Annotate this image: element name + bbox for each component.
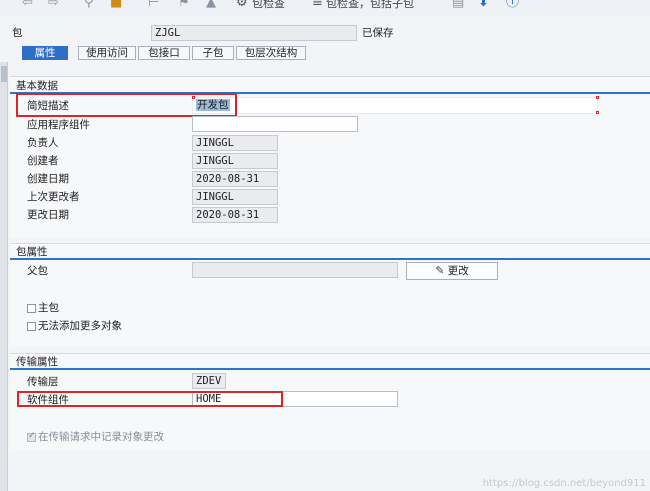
left-scroll-strip: [0, 62, 8, 491]
transport-layer-label: 传输层: [27, 376, 59, 388]
where-used-icon[interactable]: ⚑: [178, 0, 190, 10]
check-icon[interactable]: ⚙: [236, 0, 248, 10]
watermark: https://blog.csdn.net/beyond911: [482, 478, 646, 489]
package-label: 包: [12, 27, 23, 39]
pencil-icon: ✎: [435, 264, 445, 277]
app-component-input[interactable]: [192, 116, 358, 132]
transport-properties-divider: [10, 368, 650, 370]
record-changes-checkbox: [27, 431, 36, 442]
left-scroll-thumb[interactable]: [1, 66, 7, 82]
last-changed-by-label: 上次更改者: [27, 191, 80, 203]
app-component-label: 应用程序组件: [27, 119, 90, 131]
display-change-icon[interactable]: ■: [110, 0, 122, 10]
package-properties-divider: [10, 258, 650, 260]
input-corner-mark: [596, 96, 599, 99]
created-on-label: 创建日期: [27, 173, 69, 185]
hierarchy-icon[interactable]: ⊢: [148, 0, 159, 10]
status-text: 已保存: [362, 27, 394, 39]
parent-package-label: 父包: [27, 265, 48, 277]
main-package-checkbox[interactable]: [27, 304, 36, 313]
tab-attributes[interactable]: 属性: [22, 46, 68, 60]
toolbar: ⇦ ⇨ ⚲ ■ ⊢ ⚑ ▲ ⚙ 包检查 ≡ 包检查，包括子包 ▤ ⬇ ⓘ: [0, 0, 650, 17]
highlight-software-component: [17, 391, 283, 407]
creator-field: JINGGL: [192, 153, 278, 169]
download-icon[interactable]: ⬇: [478, 0, 489, 10]
created-on-field: 2020-08-31: [192, 171, 278, 187]
layout-icon[interactable]: ▤: [452, 0, 464, 10]
transport-layer-field: ZDEV: [192, 373, 226, 389]
creator-label: 创建者: [27, 155, 59, 167]
responsible-label: 负责人: [27, 137, 59, 149]
basic-data-title: 基本数据: [16, 80, 58, 92]
parent-package-label-box: [24, 263, 192, 279]
record-changes-label: 在传输请求中记录对象更改: [38, 431, 164, 443]
last-changed-by-field: JINGGL: [192, 189, 278, 205]
package-check-button[interactable]: 包检查: [252, 0, 285, 11]
tab-package-hierarchy[interactable]: 包层次结构: [236, 46, 306, 60]
transport-properties-title: 传输属性: [16, 356, 58, 368]
other-object-icon[interactable]: ⚲: [84, 0, 94, 10]
transport-icon[interactable]: ▲: [206, 0, 216, 10]
input-corner-mark: [596, 111, 599, 114]
forward-icon[interactable]: ⇨: [48, 0, 59, 10]
changed-on-field: 2020-08-31: [192, 207, 278, 223]
no-more-objects-checkbox[interactable]: [27, 322, 36, 331]
package-properties-title: 包属性: [16, 246, 48, 258]
changed-on-label: 更改日期: [27, 209, 69, 221]
package-check-sub-button[interactable]: 包检查，包括子包: [326, 0, 414, 11]
back-icon[interactable]: ⇦: [22, 0, 33, 10]
info-icon[interactable]: ⓘ: [506, 0, 519, 10]
parent-package-field: [192, 262, 398, 278]
check-sub-icon[interactable]: ≡: [312, 0, 323, 10]
responsible-field: JINGGL: [192, 135, 278, 151]
short-description-input[interactable]: 开发包: [192, 97, 598, 114]
change-button-label: 更改: [447, 265, 469, 277]
tab-package-interfaces[interactable]: 包接口: [138, 46, 190, 60]
main-package-label: 主包: [38, 302, 59, 314]
package-field: ZJGL: [151, 25, 357, 41]
no-more-objects-label: 无法添加更多对象: [38, 320, 122, 332]
tab-subpackages[interactable]: 子包: [192, 46, 234, 60]
highlight-short-description: [16, 93, 237, 117]
change-button[interactable]: ✎ 更改: [406, 262, 498, 280]
tab-usage-access[interactable]: 使用访问: [78, 46, 136, 60]
